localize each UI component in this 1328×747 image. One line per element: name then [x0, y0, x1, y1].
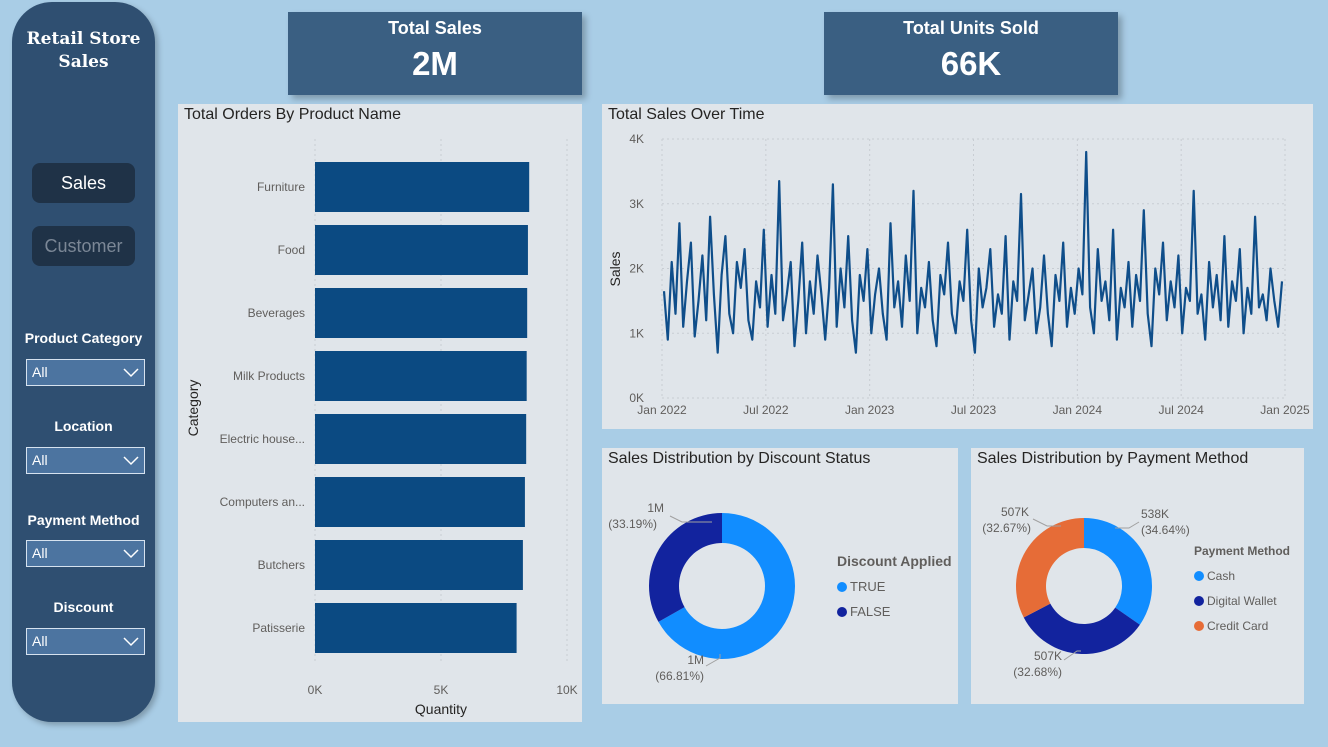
bar-5[interactable]	[315, 414, 527, 464]
discount-donut-chart: 1M (33.19%) 1M (66.81%) Discount Applied TRUE…	[608, 501, 952, 683]
bar-8[interactable]	[315, 603, 517, 653]
payment-legend-item[interactable]: Credit Card	[1207, 619, 1268, 633]
filter-label-product-category: Product Category	[24, 330, 143, 346]
payment-pct-label: (32.67%)	[982, 521, 1031, 535]
line-x-tick-label: Jan 2022	[637, 403, 687, 417]
payment-method-dropdown[interactable]: All	[26, 540, 145, 567]
discount-pct-label: (66.81%)	[655, 669, 704, 683]
bar-category-label: Patisserie	[252, 621, 305, 635]
line-chart: 0K1K2K3K4KJan 2022 Jul 2022 Jan 2023 Jul 20…	[607, 132, 1310, 417]
bar-chart-panel: Total Orders By Product Name 0K 5K 10K Furn…	[178, 104, 582, 722]
chevron-down-icon	[123, 368, 139, 378]
payment-legend-item[interactable]: Digital Wallet	[1207, 594, 1277, 608]
discount-value: All	[32, 633, 48, 649]
bar-x-tick-label: 5K	[434, 683, 449, 697]
line-y-tick-label: 2K	[629, 262, 644, 276]
payment-legend-title: Payment Method	[1194, 544, 1290, 558]
nav-sales-button[interactable]: Sales	[32, 163, 135, 203]
line-x-tick-label: Jan 2025	[1260, 403, 1310, 417]
product-category-dropdown[interactable]: All	[26, 359, 145, 386]
bar-category-label: Milk Products	[233, 369, 305, 383]
payment-donut-panel: Sales Distribution by Payment Method 538…	[971, 448, 1304, 704]
line-x-tick-label: Jan 2023	[845, 403, 895, 417]
line-x-tick-label: Jul 2022	[743, 403, 789, 417]
chevron-down-icon	[123, 456, 139, 466]
discount-value-label: 1M	[647, 501, 664, 515]
payment-legend-item[interactable]: Cash	[1207, 569, 1235, 583]
bar-category-label: Beverages	[248, 306, 305, 320]
filter-label-discount: Discount	[53, 599, 114, 615]
bar-y-axis-title: Category	[185, 380, 201, 437]
discount-legend-dot	[837, 582, 847, 592]
discount-dropdown[interactable]: All	[26, 628, 145, 655]
bar-category-label: Food	[278, 243, 305, 257]
bar-chart: 0K 5K 10K Furniture Food Beverages Milk Produc…	[185, 139, 578, 717]
kpi-total-units-title: Total Units Sold	[903, 18, 1039, 38]
kpi-total-sales-card: Total Sales 2M	[288, 12, 582, 95]
bar-2[interactable]	[315, 225, 528, 275]
bar-x-tick-label: 10K	[556, 683, 577, 697]
payment-legend-dot	[1194, 621, 1204, 631]
location-value: All	[32, 452, 48, 468]
payment-pct-label: (32.68%)	[1013, 665, 1062, 679]
discount-legend-item[interactable]: TRUE	[850, 579, 886, 594]
line-x-tick-label: Jul 2024	[1158, 403, 1204, 417]
payment-value-label: 507K	[1034, 649, 1062, 663]
payment-donut-chart: 538K (34.64%) 507K (32.67%) 507K (32.68%) Paym…	[982, 505, 1290, 679]
discount-value-label: 1M	[687, 653, 704, 667]
discount-legend-item[interactable]: FALSE	[850, 604, 891, 619]
chevron-down-icon	[123, 549, 139, 559]
kpi-total-units-card: Total Units Sold 66K	[824, 12, 1118, 95]
bar-6[interactable]	[315, 477, 525, 527]
line-y-tick-label: 1K	[629, 326, 644, 340]
line-chart-panel: Total Sales Over Time 0K 1K 2K 3K 4K Jan 2022…	[602, 104, 1313, 429]
bar-category-label: Butchers	[258, 558, 305, 572]
bar-3[interactable]	[315, 288, 528, 338]
line-y-tick-label: 3K	[629, 197, 644, 211]
sales-line-series[interactable]	[662, 150, 1284, 354]
line-y-axis-title: Sales	[607, 251, 623, 286]
discount-slice-false[interactable]	[649, 513, 722, 622]
line-y-tick-label: 4K	[629, 132, 644, 146]
bar-1[interactable]	[315, 162, 530, 212]
sidebar: Retail Store Sales Sales Customer Produc…	[12, 2, 155, 722]
discount-pct-label: (33.19%)	[608, 517, 657, 531]
kpi-total-units-value: 66K	[940, 45, 1002, 82]
bar-category-label: Computers an...	[220, 495, 305, 509]
app-title-line1: Retail Store	[26, 29, 141, 49]
filter-label-location: Location	[54, 418, 113, 434]
bar-x-tick-label: 0K	[308, 683, 323, 697]
payment-value-label: 507K	[1001, 505, 1029, 519]
payment-leader-line	[1115, 521, 1140, 529]
app-title-line2: Sales	[58, 52, 109, 72]
bar-4[interactable]	[315, 351, 527, 401]
kpi-total-sales-value: 2M	[412, 45, 458, 82]
payment-legend-dot	[1194, 571, 1204, 581]
line-x-tick-label: Jan 2024	[1053, 403, 1103, 417]
payment-method-value: All	[32, 545, 48, 561]
payment-value-label: 538K	[1141, 507, 1169, 521]
bar-category-label: Furniture	[257, 180, 305, 194]
discount-legend-title: Discount Applied	[837, 553, 952, 569]
bar-x-axis-title: Quantity	[415, 701, 467, 717]
payment-legend-dot	[1194, 596, 1204, 606]
bar-7[interactable]	[315, 540, 523, 590]
nav-customer-button[interactable]: Customer	[32, 226, 135, 266]
app-title: Retail Store Sales	[12, 28, 155, 74]
chevron-down-icon	[123, 637, 139, 647]
discount-donut-panel: Sales Distribution by Discount Status 1M…	[602, 448, 958, 704]
location-dropdown[interactable]: All	[26, 447, 145, 474]
discount-legend-dot	[837, 607, 847, 617]
line-x-tick-label: Jul 2023	[951, 403, 997, 417]
filter-label-payment-method: Payment Method	[27, 512, 140, 528]
bar-category-label: Electric house...	[220, 432, 305, 446]
product-category-value: All	[32, 364, 48, 380]
payment-pct-label: (34.64%)	[1141, 523, 1190, 537]
kpi-total-sales-title: Total Sales	[388, 18, 482, 38]
